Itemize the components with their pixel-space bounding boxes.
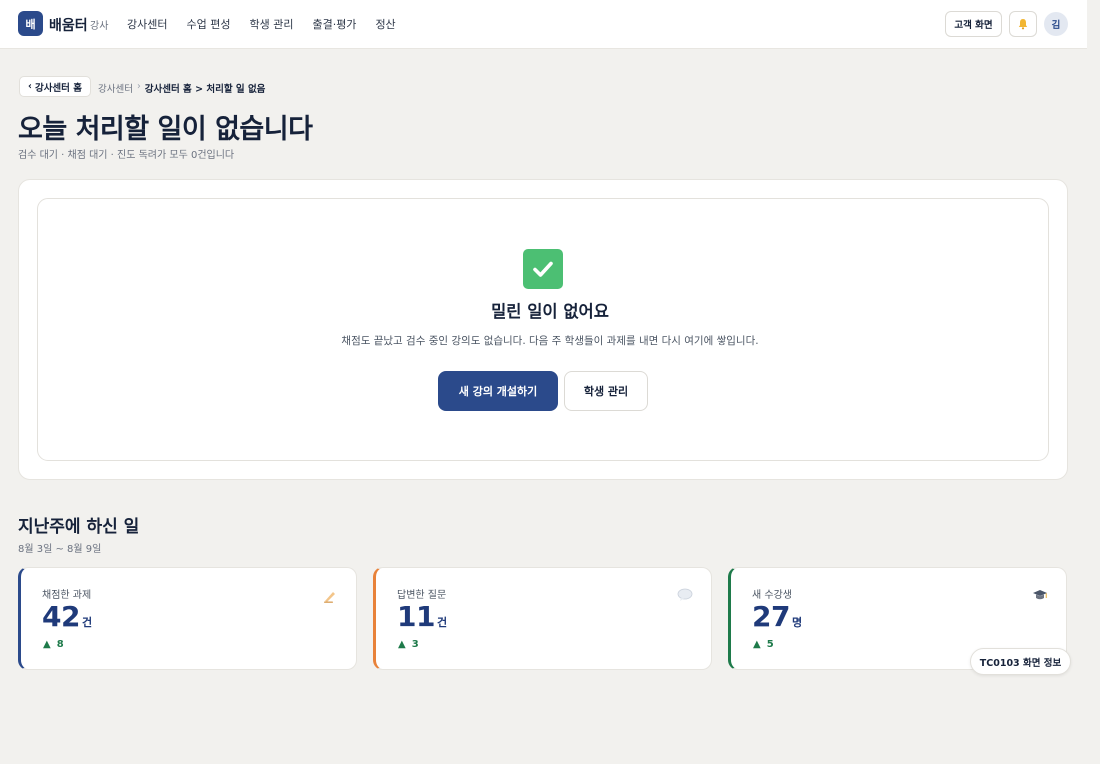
brand-role-label: 강사 xyxy=(90,21,109,32)
stat-card-graded-assignments[interactable]: 채점한 과제 42 건 ▲ 8 xyxy=(18,567,357,670)
stat-label: 새 수강생 xyxy=(752,590,792,601)
triangle-up-icon: ▲ xyxy=(753,639,761,650)
top-navigation-bar: 배 배움터 강사 강사센터 수업 편성 학생 관리 출결·평가 정산 고객 화면… xyxy=(0,0,1087,49)
writing-hand-icon xyxy=(322,588,338,608)
back-to-home-button[interactable]: ‹ 강사센터 홈 xyxy=(19,76,91,97)
customer-view-button[interactable]: 고객 화면 xyxy=(945,11,1002,37)
breadcrumb-root[interactable]: 강사센터 xyxy=(98,81,133,95)
nav-item-class-schedule[interactable]: 수업 편성 xyxy=(186,16,230,32)
screen-info-badge[interactable]: TC0103 화면 정보 xyxy=(970,648,1071,675)
last-week-date-range: 8월 3일 ~ 8월 9일 xyxy=(18,544,102,555)
nav-item-settlement[interactable]: 정산 xyxy=(375,16,395,32)
speech-bubble-icon xyxy=(677,588,693,606)
create-course-button[interactable]: 새 강의 개설하기 xyxy=(438,371,558,411)
nav-item-student-management[interactable]: 학생 관리 xyxy=(249,16,293,32)
bell-icon xyxy=(1018,19,1028,30)
stat-number: 27 xyxy=(752,600,790,633)
breadcrumb-separator: › xyxy=(136,81,141,92)
stat-delta-value: 8 xyxy=(56,639,64,650)
scrollbar-track[interactable] xyxy=(1087,0,1100,764)
stat-delta: ▲ 5 xyxy=(753,639,774,650)
student-management-button[interactable]: 학생 관리 xyxy=(564,371,648,411)
notifications-button[interactable] xyxy=(1009,11,1037,37)
empty-state-inner-card xyxy=(37,198,1049,461)
stat-delta: ▲ 3 xyxy=(398,639,419,650)
nav-item-instructor-center[interactable]: 강사센터 xyxy=(127,16,167,32)
brand-name[interactable]: 배움터 xyxy=(49,15,88,35)
nav-item-attendance-evaluation[interactable]: 출결·평가 xyxy=(312,16,356,32)
back-button-label: 강사센터 홈 xyxy=(34,82,82,94)
stat-label: 답변한 질문 xyxy=(397,590,447,601)
user-avatar[interactable]: 김 xyxy=(1044,12,1068,36)
breadcrumb-current: 강사센터 홈 > 처리할 일 없음 xyxy=(144,84,266,95)
triangle-up-icon: ▲ xyxy=(398,639,406,650)
stat-label: 채점한 과제 xyxy=(42,590,92,601)
page-title: 오늘 처리할 일이 없습니다 xyxy=(18,114,313,145)
last-week-title: 지난주에 하신 일 xyxy=(18,517,140,537)
main-nav: 강사센터 수업 편성 학생 관리 출결·평가 정산 xyxy=(127,16,396,32)
stat-number: 42 xyxy=(42,600,80,633)
graduation-cap-icon xyxy=(1032,588,1048,606)
empty-state-description: 채점도 끝났고 검수 중인 강의도 없습니다. 다음 주 학생들이 과제를 내면… xyxy=(341,335,759,347)
stat-value: 27 명 xyxy=(752,600,802,633)
stat-value: 42 건 xyxy=(42,600,92,633)
stat-card-answered-questions[interactable]: 답변한 질문 11 건 ▲ 3 xyxy=(373,567,712,670)
brand-logo-icon[interactable]: 배 xyxy=(18,11,43,36)
breadcrumb: 강사센터 › 강사센터 홈 > 처리할 일 없음 xyxy=(98,81,265,95)
chevron-left-icon: ‹ xyxy=(28,81,32,92)
stat-delta-value: 5 xyxy=(766,639,774,650)
stat-value: 11 건 xyxy=(397,600,447,633)
stat-unit: 건 xyxy=(81,616,93,629)
stat-unit: 건 xyxy=(436,616,448,629)
check-mark-icon xyxy=(523,249,563,289)
page-subtitle: 검수 대기 · 채점 대기 · 진도 독려가 모두 0건입니다 xyxy=(18,150,235,161)
stat-delta-value: 3 xyxy=(411,639,419,650)
stat-unit: 명 xyxy=(791,616,803,629)
triangle-up-icon: ▲ xyxy=(43,639,51,650)
stat-delta: ▲ 8 xyxy=(43,639,64,650)
empty-state-title: 밀린 일이 없어요 xyxy=(491,302,609,321)
stat-number: 11 xyxy=(397,600,435,633)
